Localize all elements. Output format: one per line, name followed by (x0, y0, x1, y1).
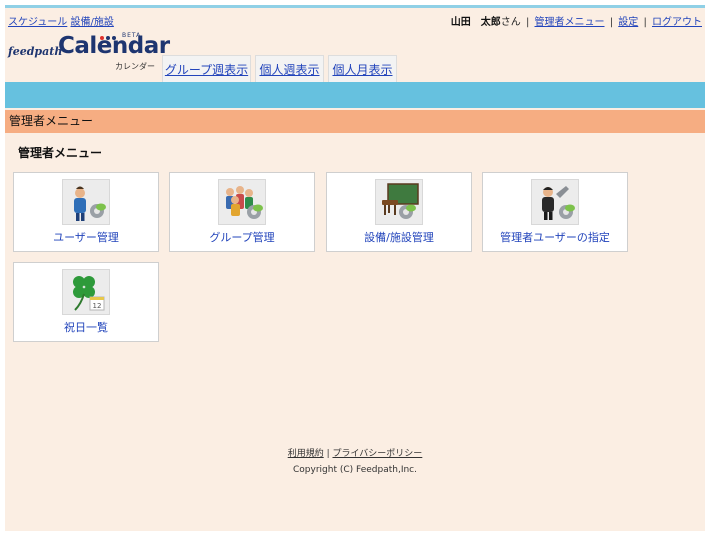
tab-group-week[interactable]: グループ週表示 (162, 55, 251, 82)
user-name: 山田 太郎 (450, 17, 501, 28)
page-frame: スケジュール 設備/施設 山田 太郎さん | 管理者メニュー | 設定 | ログ… (5, 5, 705, 531)
user-admin-card[interactable]: ユーザー管理 (13, 172, 159, 252)
admin-user-label: 管理者ユーザーの指定 (500, 231, 610, 244)
footer: 利用規約 | プライバシーポリシー Copyright (C) Feedpath… (5, 446, 705, 475)
separator: | (609, 17, 614, 28)
facility-admin-card[interactable]: 設備/施設管理 (326, 172, 472, 252)
holiday-clover-icon: 12 (62, 269, 110, 315)
privacy-link[interactable]: プライバシーポリシー (332, 449, 422, 459)
group-admin-icon (218, 179, 266, 225)
logo-prefix: feedpath (8, 45, 63, 58)
copyright: Copyright (C) Feedpath,Inc. (293, 465, 417, 475)
user-admin-label: ユーザー管理 (53, 231, 119, 244)
schedule-link[interactable]: スケジュール (8, 17, 67, 28)
group-admin-card[interactable]: グループ管理 (169, 172, 315, 252)
holiday-list-label: 祝日一覧 (64, 321, 108, 334)
terms-link[interactable]: 利用規約 (288, 449, 324, 459)
group-admin-label: グループ管理 (209, 231, 275, 244)
logo-beta: BETA (122, 32, 142, 39)
admin-user-card[interactable]: 管理者ユーザーの指定 (482, 172, 628, 252)
logo-dot (112, 36, 116, 40)
admin-user-icon (531, 179, 579, 225)
facility-link[interactable]: 設備/施設 (71, 17, 114, 28)
section-bar: 管理者メニュー (5, 110, 705, 133)
tab-personal-month[interactable]: 個人月表示 (328, 55, 397, 82)
user-admin-icon (62, 179, 110, 225)
settings-link[interactable]: 設定 (618, 17, 638, 28)
feedpath-calendar-logo[interactable]: feedpath Calendar BETA カレンダー (8, 32, 170, 75)
logo-kana: カレンダー (115, 62, 155, 71)
top-bar: スケジュール 設備/施設 山田 太郎さん | 管理者メニュー | 設定 | ログ… (5, 8, 705, 28)
svg-text:12: 12 (93, 302, 102, 310)
facility-admin-label: 設備/施設管理 (364, 231, 434, 244)
logo-dot (106, 36, 110, 40)
holiday-list-card[interactable]: 12 祝日一覧 (13, 262, 159, 342)
top-right-links: 山田 太郎さん | 管理者メニュー | 設定 | ログアウト (451, 13, 702, 28)
top-left-links: スケジュール 設備/施設 (8, 13, 114, 28)
admin-menu-link[interactable]: 管理者メニュー (535, 17, 605, 28)
facility-admin-icon (375, 179, 423, 225)
logo-dot (100, 36, 104, 40)
user-suffix: さん (500, 17, 521, 28)
separator: | (643, 17, 647, 28)
separator: | (525, 17, 530, 28)
page-title: 管理者メニュー (18, 146, 103, 160)
blue-nav-bar (5, 82, 705, 108)
tab-personal-week[interactable]: 個人週表示 (255, 55, 324, 82)
logout-link[interactable]: ログアウト (652, 17, 702, 28)
